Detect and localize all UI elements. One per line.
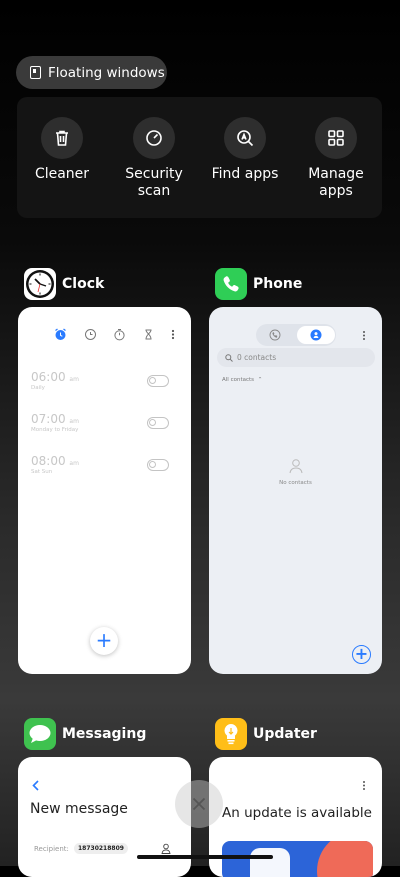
manage-apps-button[interactable]: Manage apps: [291, 117, 381, 200]
more-options-icon[interactable]: [361, 779, 367, 792]
alarm-item[interactable]: 07:00 am Monday to Friday: [31, 412, 181, 442]
alarm-item[interactable]: 06:00 am Daily: [31, 370, 181, 400]
phone-app-header[interactable]: Phone: [215, 268, 302, 300]
more-options-icon[interactable]: [170, 328, 176, 341]
alarm-tab-icon[interactable]: [54, 328, 67, 341]
trash-icon: [41, 117, 83, 159]
contacts-search-input[interactable]: 0 contacts: [217, 348, 375, 367]
cleaner-button[interactable]: Cleaner: [17, 117, 107, 183]
floating-windows-button[interactable]: Floating windows: [16, 56, 167, 89]
update-banner-image: [222, 841, 373, 877]
world-clock-tab-icon[interactable]: [84, 328, 97, 341]
clock-app-name: Clock: [62, 276, 105, 292]
alarm-ampm: am: [69, 418, 79, 425]
updater-app-card[interactable]: An update is available: [209, 757, 382, 877]
manage-apps-label-line1: Manage: [308, 166, 364, 182]
search-icon: [225, 353, 233, 362]
contacts-tab-icon: [310, 329, 322, 341]
alarm-ampm: am: [69, 376, 79, 383]
contacts-search-placeholder: 0 contacts: [237, 353, 277, 362]
phone-app-name: Phone: [253, 276, 303, 292]
find-apps-icon: [224, 117, 266, 159]
alarm-ampm: am: [69, 460, 79, 467]
alarm-time: 07:00: [31, 412, 66, 426]
home-gesture-bar[interactable]: [137, 855, 273, 859]
find-apps-label: Find apps: [211, 166, 279, 182]
updater-app-header[interactable]: Updater: [215, 718, 317, 750]
recipient-label: Recipient:: [34, 845, 69, 853]
recipient-chip[interactable]: 18730218809: [74, 843, 128, 854]
chevron-down-icon: ⌃: [257, 377, 263, 383]
clock-app-card[interactable]: 06:00 am Daily 07:00 am Monday to Friday…: [18, 307, 191, 674]
timer-tab-icon[interactable]: [142, 328, 155, 341]
manage-apps-label-line2: apps: [319, 183, 353, 199]
quick-actions-panel: Cleaner Security scan Find apps Manage app…: [17, 97, 382, 218]
find-apps-button[interactable]: Find apps: [200, 117, 290, 183]
alarm-toggle[interactable]: [147, 417, 169, 429]
update-available-title: An update is available: [222, 805, 372, 821]
phone-app-card[interactable]: 0 contacts All contacts ⌃ No contacts +: [209, 307, 382, 674]
add-contact-button[interactable]: +: [352, 645, 371, 664]
add-alarm-button[interactable]: +: [90, 627, 118, 655]
back-arrow-icon[interactable]: [31, 779, 41, 792]
messaging-app-card[interactable]: New message Recipient: 18730218809: [18, 757, 191, 877]
contacts-filter[interactable]: All contacts ⌃: [222, 377, 262, 383]
cleaner-label: Cleaner: [34, 166, 90, 182]
manage-apps-icon: [315, 117, 357, 159]
alarm-item[interactable]: 08:00 am Sat Sun: [31, 454, 181, 484]
alarm-toggle[interactable]: [147, 375, 169, 387]
alarm-time: 06:00: [31, 370, 66, 384]
security-scan-button[interactable]: Security scan: [109, 117, 199, 200]
messaging-app-name: Messaging: [62, 726, 147, 742]
messaging-app-icon: [24, 718, 56, 750]
stopwatch-tab-icon[interactable]: [113, 328, 126, 341]
security-scan-label-line2: scan: [137, 183, 171, 199]
contact-picker-icon[interactable]: [161, 843, 171, 854]
phone-app-icon: [215, 268, 247, 300]
alarm-time: 08:00: [31, 454, 66, 468]
updater-app-icon: [215, 718, 247, 750]
recents-tab-icon[interactable]: [269, 329, 281, 341]
recipient-value: 18730218809: [78, 845, 124, 852]
security-scan-icon: [133, 117, 175, 159]
contacts-filter-label: All contacts: [222, 377, 255, 383]
alarm-toggle[interactable]: [147, 459, 169, 471]
contact-placeholder-icon: [289, 459, 303, 474]
more-options-icon[interactable]: [361, 329, 367, 342]
no-contacts-text: No contacts: [279, 480, 312, 486]
messaging-app-header[interactable]: Messaging: [24, 718, 146, 750]
floating-window-icon: [30, 66, 41, 79]
updater-app-name: Updater: [253, 726, 317, 742]
clock-app-icon: [24, 268, 56, 300]
clear-all-button[interactable]: [175, 780, 223, 828]
clock-app-header[interactable]: Clock: [24, 268, 104, 300]
floating-windows-label: Floating windows: [48, 64, 165, 81]
close-icon: [192, 797, 206, 811]
security-scan-label-line1: Security: [125, 166, 183, 182]
new-message-title: New message: [30, 801, 128, 817]
